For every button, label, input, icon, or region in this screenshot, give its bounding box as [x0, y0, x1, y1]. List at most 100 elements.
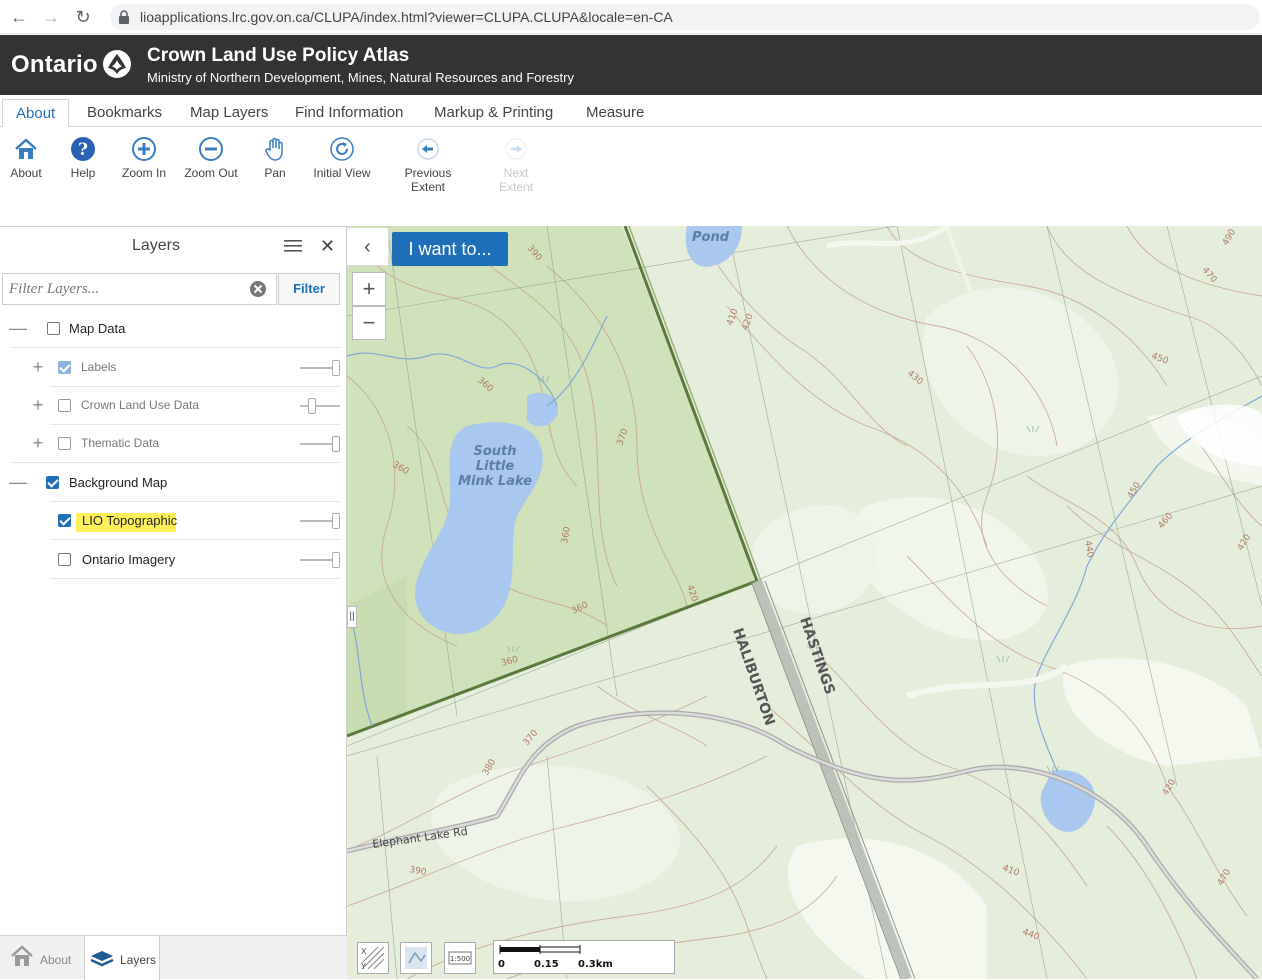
ribbon-tabs: About Bookmarks Map Layers Find Informat…	[0, 96, 1262, 127]
tab-map-layers[interactable]: Map Layers	[177, 99, 281, 127]
zoom-out-icon	[199, 137, 223, 161]
forward-arrow-icon[interactable]: →	[40, 6, 62, 28]
menu-icon[interactable]	[284, 239, 302, 253]
filter-layers-input[interactable]	[2, 273, 277, 305]
tab-about[interactable]: About	[2, 99, 70, 127]
pan-button[interactable]: Pan	[260, 136, 290, 180]
scale-tool-button[interactable]: 1:500	[444, 942, 476, 974]
i-want-to-button[interactable]: I want to...	[392, 232, 508, 266]
divider	[10, 347, 340, 348]
divider	[50, 578, 340, 579]
svg-text:Pond: Pond	[692, 230, 730, 245]
tab-find-information[interactable]: Find Information	[282, 99, 416, 127]
about-button[interactable]: About	[8, 136, 44, 180]
back-arrow-icon	[417, 138, 439, 160]
help-button[interactable]: ? Help	[66, 136, 100, 180]
address-bar[interactable]: lioapplications.lrc.gov.on.ca/CLUPA/inde…	[110, 4, 1260, 30]
collapse-icon[interactable]: —	[9, 319, 27, 337]
expand-icon[interactable]: +	[31, 434, 45, 452]
svg-text:440: 440	[1082, 540, 1095, 559]
map-zoom-in-button[interactable]: +	[352, 272, 386, 306]
toolbar: About ? Help Zoom In Zoom Out Pan Initia…	[0, 128, 1262, 226]
footer-tab-layers[interactable]: Layers	[84, 936, 160, 980]
svg-text:0: 0	[498, 959, 505, 970]
panel-title: Layers	[131, 237, 181, 254]
close-icon[interactable]: ✕	[320, 236, 335, 257]
slider-thumb[interactable]	[332, 360, 340, 376]
footer-tab-about[interactable]: About	[0, 936, 84, 980]
layer-item-thematic-data: + Thematic Data	[0, 425, 340, 463]
coordinates-tool-button[interactable]: X Y	[357, 942, 389, 974]
checkbox-lio-topographic[interactable]	[58, 514, 71, 527]
layer-label: Background Map	[69, 475, 168, 490]
layer-label: Crown Land Use Data	[81, 398, 200, 412]
svg-text:0.3km: 0.3km	[578, 959, 613, 970]
layer-label: Labels	[81, 360, 117, 374]
svg-text:1:500: 1:500	[450, 955, 470, 963]
checkbox-labels[interactable]	[58, 361, 71, 374]
collapse-icon[interactable]: —	[9, 473, 27, 491]
map-zoom-out-button[interactable]: −	[352, 306, 386, 340]
divider	[10, 462, 340, 463]
topographic-map[interactable]: Pond South Little Mink Lake HALIBURTON H…	[347, 226, 1262, 979]
chevron-left-icon: ‹	[364, 236, 371, 258]
slider-thumb[interactable]	[308, 398, 316, 414]
svg-text:Little: Little	[476, 459, 515, 474]
slider-thumb[interactable]	[332, 436, 340, 452]
layer-item-lio-topographic: LIO Topographic	[0, 502, 340, 540]
svg-text:0.15: 0.15	[534, 959, 559, 970]
lock-icon	[119, 10, 129, 24]
checkbox-thematic-data[interactable]	[58, 437, 71, 450]
help-icon: ?	[71, 137, 95, 161]
zoom-in-button[interactable]: Zoom In	[119, 136, 169, 180]
expand-icon[interactable]: +	[31, 358, 45, 376]
svg-text:430: 430	[905, 369, 925, 388]
next-extent-button[interactable]: Next Extent	[485, 136, 547, 194]
layer-group-map-data: — Map Data	[0, 310, 340, 348]
initial-view-button[interactable]: Initial View	[312, 136, 372, 180]
svg-text:420: 420	[740, 312, 755, 332]
app-header: Ontario Crown Land Use Policy Atlas Mini…	[0, 35, 1262, 95]
divider	[50, 539, 340, 540]
svg-text:370: 370	[522, 728, 541, 748]
layer-label: Thematic Data	[81, 436, 160, 450]
slider-thumb[interactable]	[332, 552, 340, 568]
svg-text:420: 420	[1236, 532, 1253, 552]
tab-bookmarks[interactable]: Bookmarks	[74, 99, 175, 127]
map-view[interactable]: Pond South Little Mink Lake HALIBURTON H…	[347, 226, 1262, 979]
expand-icon[interactable]: +	[31, 396, 45, 414]
slider-thumb[interactable]	[332, 513, 340, 529]
home-icon	[15, 138, 37, 159]
browser-bar: ← → ↻ lioapplications.lrc.gov.on.ca/CLUP…	[0, 0, 1262, 34]
svg-text:HALIBURTON: HALIBURTON	[729, 626, 777, 728]
opacity-slider[interactable]	[300, 436, 340, 452]
tab-measure[interactable]: Measure	[573, 99, 657, 127]
checkbox-background-map[interactable]	[46, 476, 59, 489]
previous-extent-button[interactable]: Previous Extent	[388, 136, 468, 194]
opacity-slider[interactable]	[300, 360, 340, 376]
tab-markup-printing[interactable]: Markup & Printing	[421, 99, 566, 127]
clear-filter-icon[interactable]	[249, 280, 267, 298]
checkbox-crown-land-use-data[interactable]	[58, 399, 71, 412]
checkbox-map-data[interactable]	[47, 322, 60, 335]
opacity-slider[interactable]	[300, 552, 340, 568]
reload-icon[interactable]: ↻	[72, 6, 94, 28]
collapse-panel-button[interactable]: ‹	[347, 228, 389, 266]
overview-map-button[interactable]	[400, 942, 432, 974]
svg-text:Y: Y	[360, 962, 366, 971]
layer-item-crown-land-use-data: + Crown Land Use Data	[0, 387, 340, 425]
back-arrow-icon[interactable]: ←	[8, 6, 30, 28]
layer-group-background-map: — Background Map	[0, 464, 340, 502]
svg-text:390: 390	[408, 865, 427, 878]
checkbox-ontario-imagery[interactable]	[58, 553, 71, 566]
layer-label: LIO Topographic	[82, 513, 178, 528]
svg-text:460: 460	[1157, 511, 1176, 531]
zoom-out-button[interactable]: Zoom Out	[182, 136, 240, 180]
opacity-slider[interactable]	[300, 398, 340, 414]
svg-text:490: 490	[1221, 227, 1238, 247]
app-title: Crown Land Use Policy Atlas	[147, 45, 410, 66]
svg-text:?: ?	[78, 140, 88, 160]
panel-resize-handle[interactable]: ||	[347, 606, 357, 628]
opacity-slider[interactable]	[300, 513, 340, 529]
filter-button[interactable]: Filter	[278, 273, 340, 305]
